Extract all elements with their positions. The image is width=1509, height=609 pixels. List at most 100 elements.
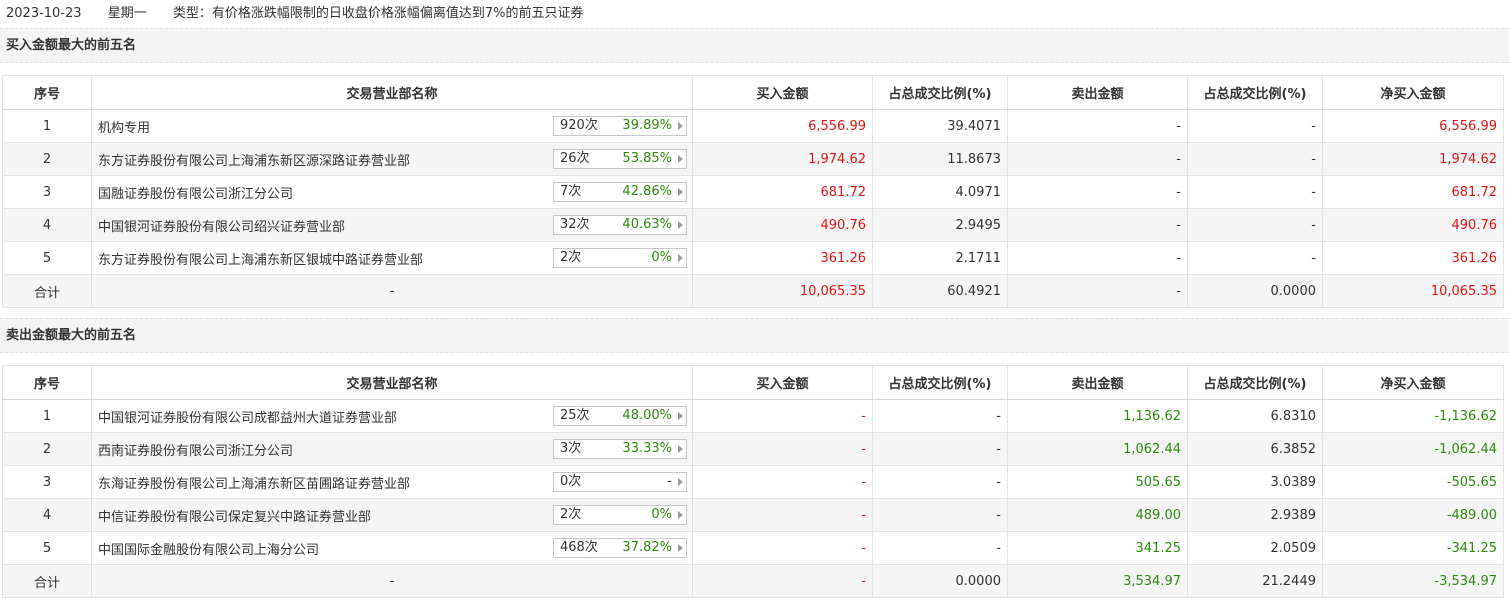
col-header-buy-pct: 占总成交比例(%) xyxy=(872,75,1008,110)
col-header-sell-pct: 占总成交比例(%) xyxy=(1187,75,1323,110)
branch-name[interactable]: 国融证券股份有限公司浙江分公司 xyxy=(98,187,293,202)
buy-amount: - xyxy=(692,498,873,532)
total-sell: 3,534.97 xyxy=(1007,564,1188,598)
win-ratio: 42.86% xyxy=(622,184,672,199)
total-buy-pct: 0.0000 xyxy=(872,564,1008,598)
table-row: 2 东方证券股份有限公司上海浦东新区源深路证券营业部 26次 53.85% 1,97… xyxy=(2,142,1504,176)
branch-cell: 东海证券股份有限公司上海浦东新区苗圃路证券营业部 0次 - xyxy=(91,465,693,499)
total-label: 合计 xyxy=(2,274,92,308)
total-branch: - xyxy=(91,564,693,598)
branch-stats-button[interactable]: 26次 53.85% xyxy=(553,149,687,169)
win-ratio: 33.33% xyxy=(622,441,672,456)
buy-pct: 2.9495 xyxy=(872,208,1008,242)
caret-right-icon xyxy=(678,221,683,229)
table-row: 2 西南证券股份有限公司浙江分公司 3次 33.33% - - 1,062.44 6… xyxy=(2,432,1504,466)
col-header-sell: 卖出金额 xyxy=(1007,75,1188,110)
row-no: 3 xyxy=(2,175,92,209)
table-row: 4 中信证券股份有限公司保定复兴中路证券营业部 2次 0% - - 489.00 2… xyxy=(2,498,1504,532)
branch-cell: 中国银河证券股份有限公司绍兴证券营业部 32次 40.63% xyxy=(91,208,693,242)
branch-name[interactable]: 东方证券股份有限公司上海浦东新区源深路证券营业部 xyxy=(98,154,410,169)
row-no: 2 xyxy=(2,432,92,466)
total-buy: - xyxy=(692,564,873,598)
total-net: -3,534.97 xyxy=(1322,564,1504,598)
sell-pct: 6.8310 xyxy=(1187,399,1323,433)
branch-stats-button[interactable]: 25次 48.00% xyxy=(553,406,687,426)
branch-stats-button[interactable]: 468次 37.82% xyxy=(553,538,687,558)
col-header-buy: 买入金额 xyxy=(692,365,873,400)
appear-count: 25次 xyxy=(560,408,590,423)
total-net: 10,065.35 xyxy=(1322,274,1504,308)
branch-cell: 中国国际金融股份有限公司上海分公司 468次 37.82% xyxy=(91,531,693,565)
col-header-branch: 交易营业部名称 xyxy=(91,75,693,110)
row-no: 2 xyxy=(2,142,92,176)
branch-cell: 机构专用 920次 39.89% xyxy=(91,109,693,143)
total-branch: - xyxy=(91,274,693,308)
total-row: 合计 - 10,065.35 60.4921 - 0.0000 10,065.3… xyxy=(2,274,1504,308)
table-row: 4 中国银河证券股份有限公司绍兴证券营业部 32次 40.63% 490.76 2.… xyxy=(2,208,1504,242)
total-label: 合计 xyxy=(2,564,92,598)
col-header-buy: 买入金额 xyxy=(692,75,873,110)
branch-name[interactable]: 中国银河证券股份有限公司成都益州大道证券营业部 xyxy=(98,411,397,426)
branch-cell: 东方证券股份有限公司上海浦东新区源深路证券营业部 26次 53.85% xyxy=(91,142,693,176)
branch-name[interactable]: 东海证券股份有限公司上海浦东新区苗圃路证券营业部 xyxy=(98,477,410,492)
sell-amount: - xyxy=(1007,208,1188,242)
trade-date: 2023-10-23 xyxy=(6,6,82,21)
net-amount: 361.26 xyxy=(1322,241,1504,275)
appear-count: 0次 xyxy=(560,474,582,489)
buy-amount: - xyxy=(692,399,873,433)
row-no: 4 xyxy=(2,498,92,532)
info-bar: 2023-10-23 星期一 类型：有价格涨跌幅限制的日收盘价格涨幅偏离值达到7… xyxy=(0,0,1509,28)
sell-pct: 2.0509 xyxy=(1187,531,1323,565)
branch-stats-button[interactable]: 32次 40.63% xyxy=(553,215,687,235)
row-no: 1 xyxy=(2,399,92,433)
branch-stats-button[interactable]: 2次 0% xyxy=(553,505,687,525)
caret-right-icon xyxy=(678,478,683,486)
win-ratio: 39.89% xyxy=(622,118,672,133)
row-no: 3 xyxy=(2,465,92,499)
total-sell-pct: 0.0000 xyxy=(1187,274,1323,308)
branch-cell: 中国银河证券股份有限公司成都益州大道证券营业部 25次 48.00% xyxy=(91,399,693,433)
row-no: 5 xyxy=(2,531,92,565)
branch-stats-button[interactable]: 920次 39.89% xyxy=(553,116,687,136)
branch-stats-button[interactable]: 3次 33.33% xyxy=(553,439,687,459)
branch-name[interactable]: 东方证券股份有限公司上海浦东新区银城中路证券营业部 xyxy=(98,253,423,268)
row-no: 1 xyxy=(2,109,92,143)
col-header-sell: 卖出金额 xyxy=(1007,365,1188,400)
col-header-net: 净买入金额 xyxy=(1322,365,1504,400)
list-type: 类型：有价格涨跌幅限制的日收盘价格涨幅偏离值达到7%的前五只证券 xyxy=(172,6,584,21)
net-amount: 1,974.62 xyxy=(1322,142,1504,176)
sell-pct: 3.0389 xyxy=(1187,465,1323,499)
sell-pct: 6.3852 xyxy=(1187,432,1323,466)
branch-stats-button[interactable]: 0次 - xyxy=(553,472,687,492)
caret-right-icon xyxy=(678,511,683,519)
appear-count: 26次 xyxy=(560,151,590,166)
table-row: 1 机构专用 920次 39.89% 6,556.99 39.4071 - - 6,… xyxy=(2,109,1504,143)
branch-stats-button[interactable]: 2次 0% xyxy=(553,248,687,268)
net-amount: 490.76 xyxy=(1322,208,1504,242)
win-ratio: 40.63% xyxy=(622,217,672,232)
buy-pct: - xyxy=(872,432,1008,466)
branch-name[interactable]: 中信证券股份有限公司保定复兴中路证券营业部 xyxy=(98,510,371,525)
total-buy: 10,065.35 xyxy=(692,274,873,308)
branch-stats-button[interactable]: 7次 42.86% xyxy=(553,182,687,202)
sell-pct: - xyxy=(1187,142,1323,176)
buy-amount: - xyxy=(692,465,873,499)
sell-amount: - xyxy=(1007,142,1188,176)
branch-name[interactable]: 西南证券股份有限公司浙江分公司 xyxy=(98,444,293,459)
branch-name[interactable]: 中国国际金融股份有限公司上海分公司 xyxy=(98,543,319,558)
sell-amount: 1,136.62 xyxy=(1007,399,1188,433)
col-header-sell-pct: 占总成交比例(%) xyxy=(1187,365,1323,400)
sell-amount: - xyxy=(1007,241,1188,275)
branch-name[interactable]: 中国银河证券股份有限公司绍兴证券营业部 xyxy=(98,220,345,235)
sell-pct: 2.9389 xyxy=(1187,498,1323,532)
sell-pct: - xyxy=(1187,109,1323,143)
sell-pct: - xyxy=(1187,241,1323,275)
total-row: 合计 - - 0.0000 3,534.97 21.2449 -3,534.97 xyxy=(2,564,1504,598)
win-ratio: 0% xyxy=(651,507,672,522)
sell-pct: - xyxy=(1187,175,1323,209)
branch-cell: 东方证券股份有限公司上海浦东新区银城中路证券营业部 2次 0% xyxy=(91,241,693,275)
branch-name[interactable]: 机构专用 xyxy=(98,121,150,136)
caret-right-icon xyxy=(678,412,683,420)
win-ratio: - xyxy=(667,474,672,489)
sell-amount: 489.00 xyxy=(1007,498,1188,532)
